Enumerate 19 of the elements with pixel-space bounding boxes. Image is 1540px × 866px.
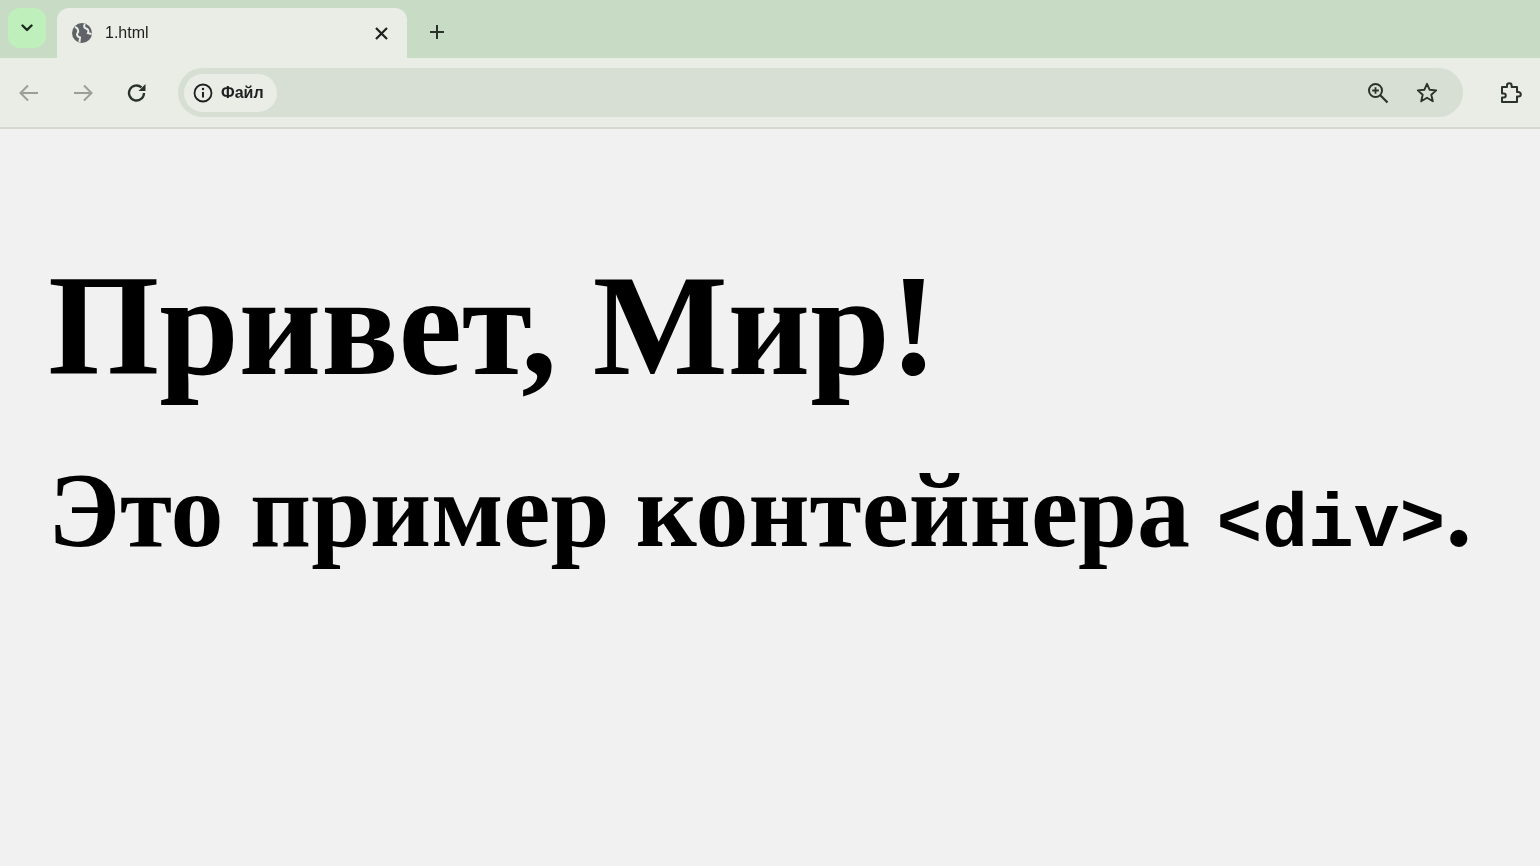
plus-icon: [429, 24, 445, 40]
browser-tab[interactable]: 1.html: [57, 8, 407, 58]
close-icon: [374, 26, 388, 40]
site-info-chip[interactable]: Файл: [184, 73, 277, 112]
globe-icon: [71, 22, 93, 44]
tab-search-button[interactable]: [8, 8, 46, 48]
puzzle-piece-icon: [1499, 80, 1523, 105]
star-icon: [1416, 81, 1438, 104]
info-icon: [193, 82, 213, 103]
page-heading: Привет, Мир!: [48, 246, 938, 407]
chevron-down-icon: [21, 24, 33, 32]
back-arrow-icon: [19, 83, 39, 102]
address-bar[interactable]: Файл: [178, 68, 1463, 117]
reload-icon: [126, 81, 148, 104]
zoom-in-icon: [1367, 81, 1389, 104]
page-paragraph: Это пример контейнера <div>.: [48, 451, 1472, 572]
tab-title: 1.html: [105, 23, 150, 43]
forward-arrow-icon: [73, 83, 93, 102]
chip-label: Файл: [221, 82, 264, 103]
